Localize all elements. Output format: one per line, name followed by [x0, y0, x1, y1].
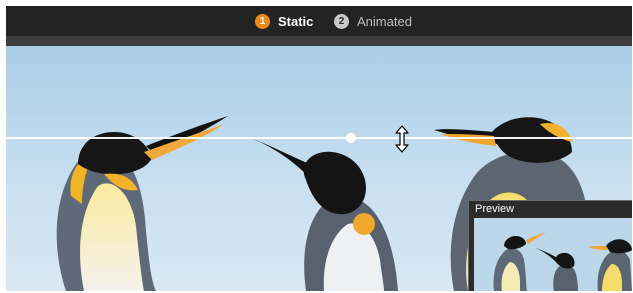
- editor-window: 1 Static 2 Animated Preview: [6, 6, 632, 291]
- step-bar: 1 Static 2 Animated: [6, 6, 632, 36]
- toolbar-strip: [6, 36, 632, 46]
- step-animated-label: Animated: [357, 13, 412, 29]
- step-static[interactable]: 1 Static: [255, 12, 313, 30]
- preview-thumbnail: [474, 218, 632, 291]
- step-static-number: 1: [255, 13, 270, 29]
- resize-vertical-icon: [395, 125, 409, 153]
- guide-handle[interactable]: [346, 133, 356, 143]
- step-animated[interactable]: 2 Animated: [334, 12, 412, 30]
- step-static-label: Static: [278, 13, 314, 29]
- preview-panel: Preview: [468, 200, 632, 291]
- horizon-guide-line[interactable]: [6, 137, 632, 139]
- preview-title: Preview: [475, 203, 515, 215]
- step-animated-number: 2: [334, 13, 349, 29]
- preview-penguins-image: [474, 218, 632, 291]
